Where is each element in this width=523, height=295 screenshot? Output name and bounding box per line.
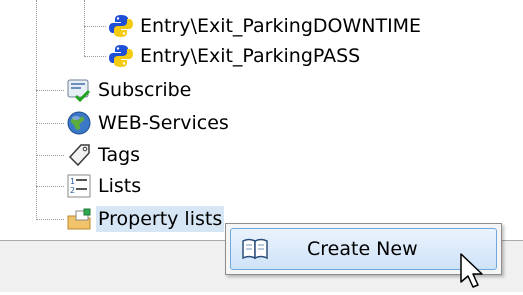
tree-item-parking-pass[interactable]: Entry\Exit_ParkingPASS: [108, 42, 362, 70]
tree-connector: [36, 0, 37, 220]
subscribe-icon: [66, 77, 92, 103]
tree-item-label: Property lists: [96, 206, 225, 232]
globe-icon: [66, 110, 92, 136]
tree-item-web-services[interactable]: WEB-Services: [66, 109, 231, 137]
python-icon: [108, 13, 134, 39]
tree-item-label: Entry\Exit_ParkingDOWNTIME: [140, 15, 422, 37]
tree-connector: [84, 26, 106, 27]
tree-connector: [36, 186, 64, 187]
tree-connector: [84, 56, 106, 57]
tree-connector: [36, 155, 64, 156]
svg-text:2: 2: [70, 186, 75, 195]
tree-connector: [36, 123, 64, 124]
property-list-icon: [66, 206, 92, 232]
create-new-menu-item[interactable]: Create New: [230, 228, 497, 270]
tree-item-lists[interactable]: 1 2 Lists: [66, 172, 143, 200]
tree-connector: [84, 0, 85, 56]
python-icon: [108, 43, 134, 69]
tree-item-property-lists[interactable]: Property lists: [66, 205, 225, 233]
tree-connector: [36, 90, 64, 91]
tree-item-label: Entry\Exit_ParkingPASS: [140, 45, 361, 67]
tree-item-label: WEB-Services: [98, 112, 229, 134]
tree-connector: [36, 219, 64, 220]
mouse-pointer-icon: [458, 252, 488, 290]
tree-item-label: Subscribe: [98, 79, 192, 101]
tag-icon: [66, 142, 92, 168]
tree-item-subscribe[interactable]: Subscribe: [66, 76, 193, 104]
svg-text:1: 1: [70, 177, 75, 186]
tree-item-label: Tags: [98, 144, 141, 166]
menu-item-label: Create New: [307, 238, 418, 260]
tree-item-parking-downtime[interactable]: Entry\Exit_ParkingDOWNTIME: [108, 12, 423, 40]
tree-item-tags[interactable]: Tags: [66, 141, 142, 169]
book-icon: [241, 237, 269, 261]
numbered-list-icon: 1 2: [66, 173, 92, 199]
tree-item-label: Lists: [98, 175, 142, 197]
tree-view: Entry\Exit_ParkingDOWNTIME Entry\Exit_Pa…: [0, 0, 523, 240]
